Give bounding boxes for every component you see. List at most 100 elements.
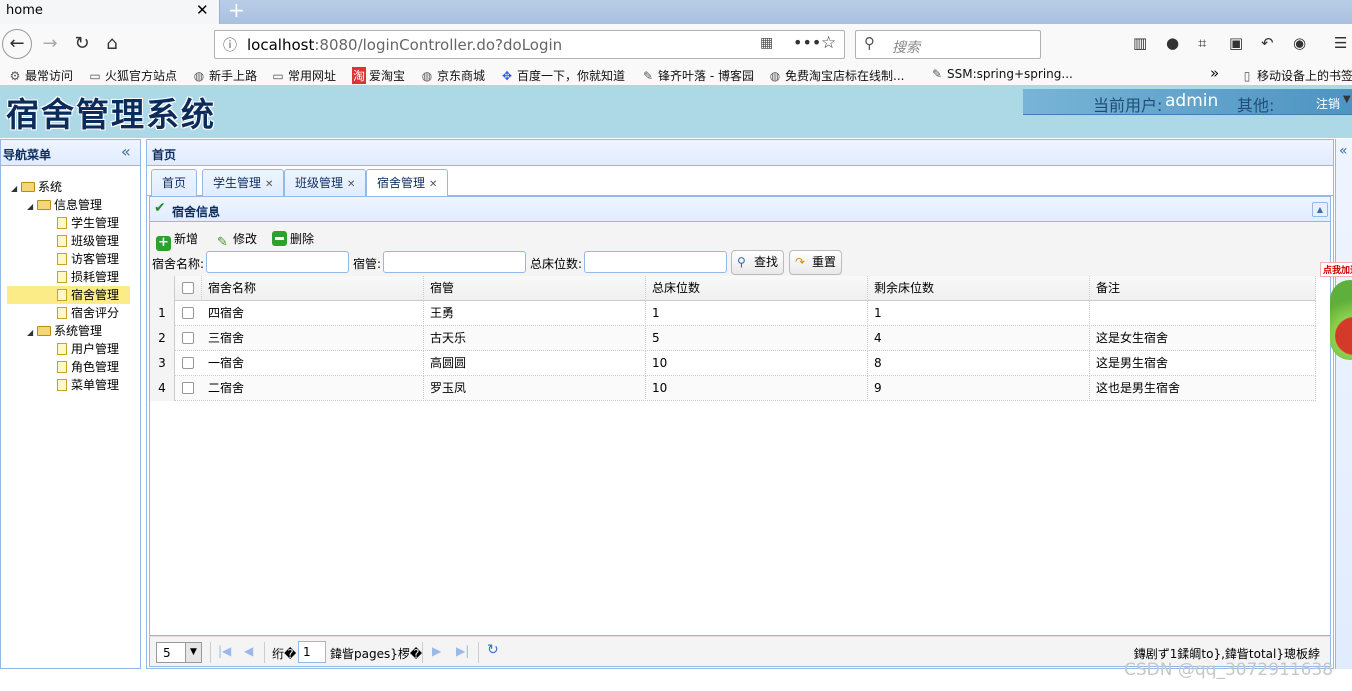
expanded-arrow-icon[interactable]: ◢ bbox=[11, 180, 21, 198]
tree-node-role-management[interactable]: 角色管理 bbox=[57, 358, 119, 376]
tree-node-visitor-management[interactable]: 访客管理 bbox=[57, 250, 119, 268]
table-row[interactable]: 4 二宿舍 罗玉凤 10 9 这也是男生宿舍 bbox=[150, 376, 1316, 401]
close-icon[interactable]: ✕ bbox=[429, 179, 437, 190]
expanded-arrow-icon[interactable]: ◢ bbox=[27, 198, 37, 216]
browser-tab[interactable]: home ✕ bbox=[0, 0, 220, 24]
account-icon[interactable]: ◉ bbox=[1293, 34, 1306, 52]
tree-node-user-management[interactable]: 用户管理 bbox=[57, 340, 119, 358]
floating-ad[interactable]: 点我加速 bbox=[1316, 258, 1352, 360]
page-size-select[interactable]: 5 ▼ bbox=[156, 642, 202, 663]
chevron-down-icon[interactable]: ▼ bbox=[185, 643, 201, 662]
logout-button[interactable]: 注销 bbox=[1316, 95, 1340, 112]
center-panel-header: 首页 bbox=[147, 140, 1333, 166]
next-page-icon[interactable]: ▶ bbox=[432, 644, 441, 658]
url-text[interactable]: localhost:8080/loginController.do?doLogi… bbox=[247, 36, 562, 54]
bookmark-item[interactable]: ▭ 火狐官方站点 bbox=[88, 67, 177, 84]
folder-icon: ▭ bbox=[89, 69, 101, 83]
menu-icon[interactable]: ☰ bbox=[1334, 34, 1347, 52]
tree-node-system-management[interactable]: ◢ 系统管理 bbox=[27, 322, 102, 340]
bookmark-item[interactable]: ⚙ 最常访问 bbox=[8, 67, 73, 84]
close-icon[interactable]: ✕ bbox=[347, 179, 355, 190]
chat-icon[interactable]: ● bbox=[1166, 34, 1179, 52]
collapse-up-icon[interactable]: ▲ bbox=[1312, 202, 1328, 217]
bookmark-item[interactable]: ✎ SSM:spring+spring... bbox=[930, 67, 1073, 81]
qr-code-icon[interactable]: ▦ bbox=[760, 35, 773, 51]
tree-node-dorm-rating[interactable]: 宿舍评分 bbox=[57, 304, 119, 322]
search-bar[interactable]: ⚲ 搜索 bbox=[855, 30, 1041, 59]
refresh-icon[interactable]: ↻ bbox=[487, 642, 499, 658]
library-icon[interactable]: ▥ bbox=[1133, 34, 1147, 52]
more-actions-icon[interactable]: ••• bbox=[793, 33, 821, 52]
tree-node-dorm-management[interactable]: 宿舍管理 bbox=[7, 286, 130, 304]
select-all-checkbox[interactable] bbox=[182, 282, 194, 294]
edit-button[interactable]: ✎ 修改 bbox=[215, 229, 257, 250]
add-button[interactable]: + 新增 bbox=[156, 229, 198, 251]
table-row[interactable]: 1 四宿舍 王勇 1 1 bbox=[150, 301, 1316, 326]
tab-home[interactable]: 首页 bbox=[151, 169, 198, 196]
manager-input[interactable] bbox=[383, 251, 526, 273]
reload-button[interactable]: ↻ bbox=[68, 30, 96, 58]
column-header[interactable]: 总床位数 bbox=[646, 276, 868, 301]
bookmarks-bar: ⚙ 最常访问 ▭ 火狐官方站点 ◍ 新手上路 ▭ 常用网址 淘爱淘宝 ◍ 京东商城 ✥ 百度… bbox=[0, 64, 1352, 86]
forward-button[interactable]: → bbox=[36, 30, 64, 58]
tab-dorm-management[interactable]: 宿舍管理 ✕ bbox=[366, 169, 449, 197]
tree-node-class-management[interactable]: 班级管理 bbox=[57, 232, 119, 250]
close-icon[interactable]: ✕ bbox=[265, 179, 273, 190]
last-page-icon[interactable]: ▶| bbox=[456, 644, 469, 658]
bookmark-item[interactable]: ◍ 京东商城 bbox=[420, 67, 485, 84]
bookmark-item[interactable]: ◍ 新手上路 bbox=[192, 67, 257, 84]
back-button[interactable]: ← bbox=[2, 29, 32, 59]
bookmark-item[interactable]: ◍ 免费淘宝店标在线制... bbox=[768, 67, 905, 84]
row-checkbox[interactable] bbox=[182, 382, 194, 394]
bookmark-star-icon[interactable]: ☆ bbox=[821, 33, 836, 53]
column-header[interactable]: 宿舍名称 bbox=[202, 276, 424, 301]
row-checkbox[interactable] bbox=[182, 307, 194, 319]
close-icon[interactable]: ✕ bbox=[196, 1, 209, 19]
app-header: 宿舍管理系统 当前用户: admin 其他: 注销 ▼ bbox=[0, 86, 1352, 138]
reset-button[interactable]: ↷ 重置 bbox=[789, 250, 843, 275]
search-input[interactable]: 搜索 bbox=[892, 37, 920, 57]
collapse-left-icon[interactable]: « bbox=[121, 142, 131, 161]
crop-icon[interactable]: ⌗ bbox=[1198, 34, 1206, 52]
delete-button[interactable]: 删除 bbox=[272, 229, 314, 249]
bookmark-item[interactable]: ✎ 锋齐叶落 - 博客园 bbox=[641, 67, 754, 84]
table-row[interactable]: 2 三宿舍 古天乐 5 4 这是女生宿舍 bbox=[150, 326, 1316, 351]
tab-class-management[interactable]: 班级管理 ✕ bbox=[284, 169, 367, 196]
first-page-icon[interactable]: |◀ bbox=[218, 644, 231, 658]
chevron-down-icon[interactable]: ▼ bbox=[1343, 94, 1351, 105]
tree-node-menu-management[interactable]: 菜单管理 bbox=[57, 376, 119, 394]
bookmarks-overflow-button[interactable]: » bbox=[1210, 64, 1219, 82]
column-header[interactable]: 剩余床位数 bbox=[868, 276, 1090, 301]
bookmark-item[interactable]: ▭ 常用网址 bbox=[271, 67, 336, 84]
home-button[interactable]: ⌂ bbox=[98, 30, 126, 58]
tree-node-info-management[interactable]: ◢ 信息管理 bbox=[27, 196, 102, 214]
url-bar[interactable]: ⓘ localhost:8080/loginController.do?doLo… bbox=[214, 30, 845, 59]
column-header[interactable]: 备注 bbox=[1090, 276, 1316, 301]
column-header[interactable]: 宿管 bbox=[424, 276, 646, 301]
tree-node-system[interactable]: ◢ 系统 bbox=[11, 178, 62, 196]
floating-ad-label[interactable]: 点我加速 bbox=[1320, 262, 1352, 277]
tab-student-management[interactable]: 学生管理 ✕ bbox=[202, 169, 285, 196]
bookmark-item[interactable]: 淘爱淘宝 bbox=[352, 67, 405, 84]
mobile-bookmarks[interactable]: ▯ 移动设备上的书签 bbox=[1240, 67, 1352, 84]
bookmark-label: 火狐官方站点 bbox=[105, 69, 178, 83]
page-number-input[interactable]: 1 bbox=[298, 641, 326, 663]
row-checkbox[interactable] bbox=[182, 332, 194, 344]
dorm-name-input[interactable] bbox=[206, 251, 349, 273]
beds-input[interactable] bbox=[584, 251, 727, 273]
table-row[interactable]: 3 一宿舍 高圆圆 10 8 这是男生宿舍 bbox=[150, 351, 1316, 376]
search-button[interactable]: ⚲ 查找 bbox=[731, 250, 785, 275]
floating-ad-image[interactable] bbox=[1330, 280, 1352, 360]
expanded-arrow-icon[interactable]: ◢ bbox=[27, 324, 37, 342]
tree-node-loss-management[interactable]: 损耗管理 bbox=[57, 268, 119, 286]
undo-icon[interactable]: ↶ bbox=[1261, 34, 1274, 52]
info-icon[interactable]: ⓘ bbox=[223, 35, 237, 55]
pager-divider bbox=[478, 642, 479, 663]
tree-node-student-management[interactable]: 学生管理 bbox=[57, 214, 119, 232]
sidebar-icon[interactable]: ▣ bbox=[1229, 34, 1243, 52]
new-tab-button[interactable]: + bbox=[228, 0, 245, 22]
prev-page-icon[interactable]: ◀ bbox=[244, 644, 253, 658]
expand-icon[interactable]: « bbox=[1339, 143, 1348, 159]
bookmark-item[interactable]: ✥ 百度一下，你就知道 bbox=[500, 67, 625, 84]
row-checkbox[interactable] bbox=[182, 357, 194, 369]
